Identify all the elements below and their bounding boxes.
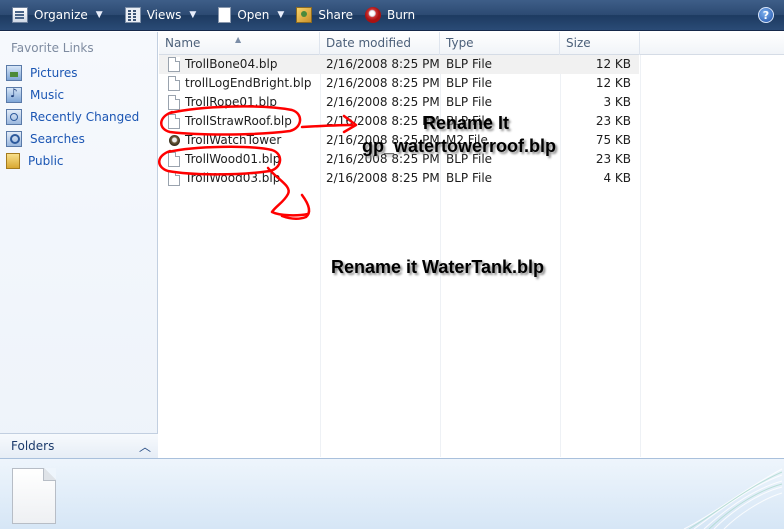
column-header-name[interactable]: Name ▲ [159,32,320,55]
annotation-rename-tank: Rename it WaterTank.blp [331,257,545,277]
blp-file-icon [168,152,180,167]
file-size: 23 KB [595,114,631,128]
file-row[interactable]: TrollStrawRoof.blp 2/16/2008 8:25 PM BLP… [159,112,639,131]
column-header-row: Name ▲ Date modified Type Size [159,32,784,55]
share-label: Share [318,8,353,22]
nav-item-recently-changed[interactable]: Recently Changed [6,108,139,126]
file-name: trollLogEndBright.blp [185,76,312,90]
file-name: TrollWood01.blp [185,152,281,166]
column-size-label: Size [566,36,591,50]
nav-item-pictures[interactable]: Pictures [6,64,78,82]
blp-file-icon [168,57,180,72]
file-name: TrollStrawRoof.blp [185,114,292,128]
nav-item-label: Pictures [30,66,78,80]
file-size: 12 KB [595,76,631,90]
file-name: TrollBone04.blp [185,57,278,71]
file-name: TrollWatchTower [185,133,282,147]
organize-button[interactable]: Organize ▼ [6,3,109,27]
public-folder-icon [6,153,20,169]
organize-label: Organize [34,8,88,22]
views-label: Views [146,8,182,22]
column-date-label: Date modified [326,36,412,50]
details-pane [0,458,784,529]
file-type: BLP File [446,171,493,185]
file-type: BLP File [446,57,493,71]
file-size: 3 KB [603,95,631,109]
pictures-icon [6,65,22,81]
open-icon [218,7,232,23]
file-size: 4 KB [603,171,631,185]
file-date: 2/16/2008 8:25 PM [326,95,440,109]
share-button[interactable]: Share [290,3,359,27]
annotation-rename-roof-line1: Rename It [423,113,510,133]
file-date: 2/16/2008 8:25 PM [326,76,440,90]
file-row[interactable]: trollLogEndBright.blp 2/16/2008 8:25 PM … [159,74,639,93]
file-size: 12 KB [595,57,631,71]
file-date: 2/16/2008 8:25 PM [326,57,440,71]
burn-label: Burn [386,8,416,22]
burn-button[interactable]: Burn [359,3,421,27]
file-type: BLP File [446,76,493,90]
blp-file-icon [168,76,180,91]
searches-icon [6,131,22,147]
recently-changed-icon [6,109,22,125]
file-row[interactable]: TrollBone04.blp 2/16/2008 8:25 PM BLP Fi… [159,55,639,74]
open-button[interactable]: Open ▼ [212,3,290,27]
folders-toggle[interactable]: Folders ︿ [0,433,158,458]
m2-model-file-icon [169,135,180,146]
music-icon [6,86,22,103]
column-header-type[interactable]: Type [440,32,560,55]
file-row[interactable]: TrollWood03.blp 2/16/2008 8:25 PM BLP Fi… [159,169,639,188]
sort-ascending-icon: ▲ [235,35,242,44]
column-name-label: Name [165,36,201,50]
share-icon [296,7,313,23]
organize-dropdown-icon: ▼ [95,10,103,20]
annotation-rename-roof-line2: gp_watertowerroof.blp [362,136,557,156]
file-size: 75 KB [595,133,631,147]
folders-label: Folders [11,439,55,453]
open-dropdown-icon: ▼ [277,10,285,20]
file-preview-icon [12,468,56,524]
help-icon[interactable]: ? [758,7,774,23]
organize-icon [12,7,28,23]
vista-swoosh-decoration [683,468,783,529]
nav-item-label: Public [28,154,64,168]
nav-item-music[interactable]: Music [6,86,64,104]
burn-disc-icon [364,7,381,23]
blp-file-icon [168,114,180,129]
file-type: BLP File [446,95,493,109]
file-size: 23 KB [595,152,631,166]
column-type-label: Type [446,36,474,50]
file-list-pane: Name ▲ Date modified Type Size TrollBone… [159,32,784,457]
open-label: Open [237,8,270,22]
chevron-up-icon: ︿ [138,440,151,454]
navigation-pane: Favorite Links Pictures Music Recently C… [0,32,158,457]
nav-item-searches[interactable]: Searches [6,130,85,148]
file-date: 2/16/2008 8:25 PM [326,171,440,185]
nav-item-label: Music [30,88,65,102]
blp-file-icon [168,95,180,110]
file-name: TrollRope01.blp [185,95,278,109]
nav-item-public[interactable]: Public [6,152,64,170]
column-header-date[interactable]: Date modified [320,32,440,55]
file-row[interactable]: TrollRope01.blp 2/16/2008 8:25 PM BLP Fi… [159,93,639,112]
views-button[interactable]: Views ▼ [119,3,203,27]
favorite-links-heading: Favorite Links [11,41,94,55]
nav-item-label: Recently Changed [30,110,140,124]
views-dropdown-icon: ▼ [189,10,197,20]
column-header-size[interactable]: Size [560,32,640,55]
command-toolbar: Organize ▼ Views ▼ Open ▼ Share Burn ? [0,0,784,31]
nav-item-label: Searches [30,132,85,146]
views-icon [124,7,141,23]
blp-file-icon [168,171,180,186]
file-name: TrollWood03.blp [185,171,281,185]
